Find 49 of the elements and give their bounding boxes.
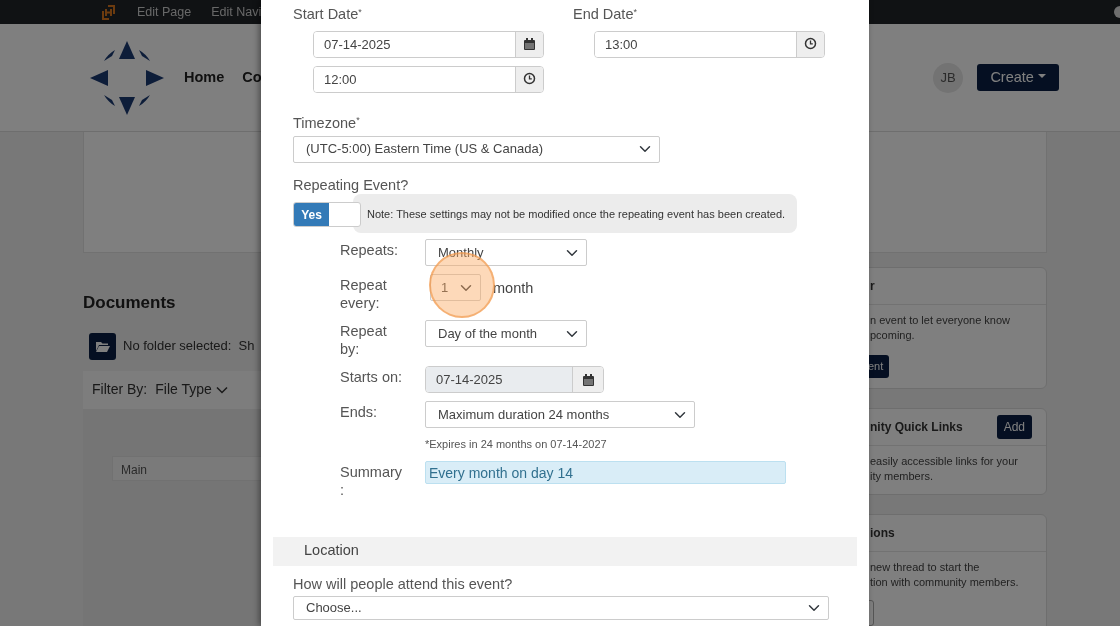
section-header: Location (273, 536, 857, 566)
toggle-switch[interactable]: Yes (293, 202, 361, 228)
field-label: Starts on: (340, 368, 404, 387)
field-label: Start Date$^{*}$ (293, 5, 363, 24)
card-title: nity Quick Links (870, 418, 963, 436)
time-picker-button[interactable] (515, 66, 543, 92)
time-picker-button[interactable] (796, 31, 824, 57)
card-title: r (870, 278, 875, 295)
chevron-down-icon (215, 385, 228, 394)
card-text: n event to let everyone know pcoming. (870, 313, 1012, 343)
summary-text: Every month on day 14 (425, 460, 786, 484)
logo-icon (100, 3, 117, 21)
note-text: Note: These settings may not be modified once the repeating event has been created. (353, 194, 798, 234)
time-field[interactable]: 12:00 (313, 65, 544, 93)
nav-link[interactable]: Home (184, 66, 225, 89)
section-heading: Documents (83, 292, 176, 314)
create-button[interactable]: Create (977, 64, 1059, 91)
field-label: Summary : (340, 462, 404, 499)
calendar-button[interactable] (515, 31, 543, 57)
folder-status: No folder selected: Sh (123, 337, 255, 356)
filter-label: Filter By: (92, 380, 148, 399)
folder-icon (95, 340, 110, 352)
filter-dropdown[interactable]: File Type (155, 379, 228, 400)
date-field[interactable]: 07-14-2025 (313, 30, 544, 58)
field-label: End Date$^{*}$ (573, 5, 638, 24)
field-label: Repeat every: (340, 276, 388, 313)
clock-icon (804, 37, 817, 52)
field-label: Repeat by: (340, 322, 388, 359)
field-label: Repeats: (340, 241, 400, 260)
card-title: ions (870, 524, 895, 542)
timezone-select[interactable]: (UTC-5:00) Eastern Time (US & Canada) (293, 135, 660, 163)
hint-text: *Expires in 24 months on 07-14-2027 (425, 437, 608, 453)
attendance-select[interactable]: Choose... (293, 595, 829, 620)
field-label: Repeating Event? (293, 175, 410, 195)
unit-label: month (493, 279, 534, 299)
calendar-icon (581, 372, 595, 387)
field-label: Ends: (340, 403, 379, 422)
card-text: easily accessible links for your ity members. (870, 453, 1019, 484)
card-text: new thread to start the tion with community members. (870, 559, 1020, 590)
folder-button[interactable] (89, 332, 116, 360)
nav-link[interactable]: Co (242, 66, 262, 89)
dropdown[interactable]: Day of the month (425, 320, 587, 348)
calendar-icon (523, 37, 536, 52)
clock-icon (523, 72, 536, 87)
time-field[interactable]: 13:00 (594, 30, 825, 58)
field-label: Timezone$^{*}$ (293, 113, 361, 133)
dropdown[interactable]: Maximum duration 24 months (425, 401, 695, 429)
add-button[interactable]: Add (996, 414, 1032, 439)
field-label: How will people attend this event? (293, 574, 514, 594)
